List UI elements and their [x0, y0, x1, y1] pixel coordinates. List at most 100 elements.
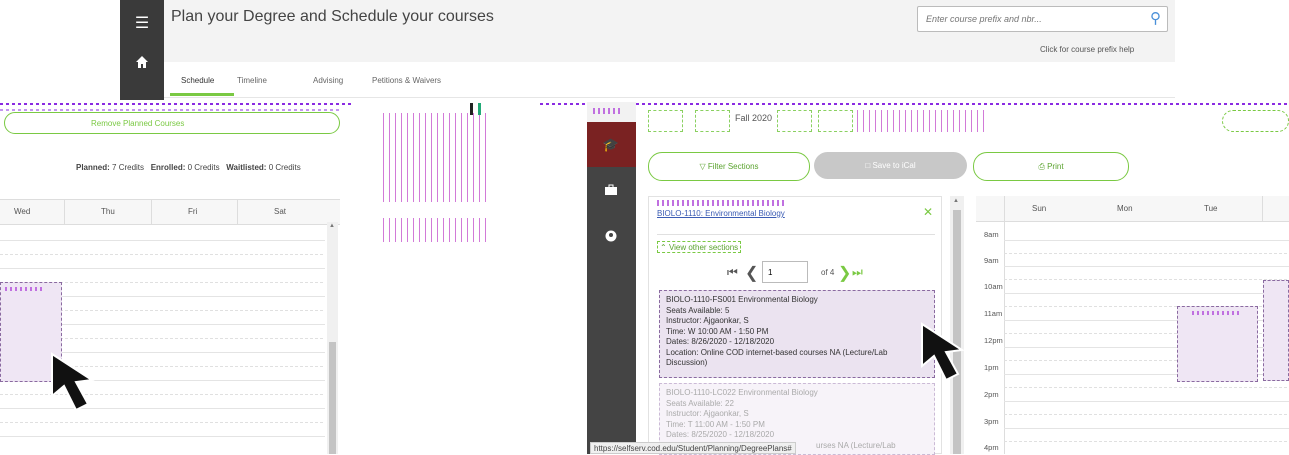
- render-artifact: [657, 200, 787, 206]
- next-term-button[interactable]: [777, 110, 812, 132]
- view-other-sections-button[interactable]: ⌃ View other sections: [657, 241, 742, 253]
- column-divider: [1262, 196, 1263, 222]
- section-dates: Dates: 8/25/2020 - 12/18/2020: [666, 430, 775, 439]
- grid-line: [1004, 401, 1289, 402]
- prefix-help-link[interactable]: Click for course prefix help: [1040, 45, 1134, 54]
- render-artifact: [470, 103, 473, 115]
- chevron-up-icon: ⌃: [660, 243, 667, 252]
- sidebar-header-artifact: [587, 102, 636, 122]
- render-artifact-line: [540, 103, 1289, 105]
- render-artifact-block: [383, 113, 491, 202]
- section-seats: Seats Available: 5: [666, 305, 730, 315]
- calendar-event-tue[interactable]: [1177, 306, 1258, 382]
- grid-line: [1004, 253, 1289, 254]
- scrollbar-thumb[interactable]: [329, 342, 336, 454]
- course-title-link[interactable]: BIOLO-1110: Environmental Biology: [657, 209, 785, 218]
- tab-schedule[interactable]: Schedule: [181, 76, 214, 85]
- right-calendar-header: Sun Mon Tue: [976, 196, 1289, 222]
- search-icon[interactable]: ⚲: [1150, 9, 1161, 27]
- section-instructor: Instructor: Ajgaonkar, S: [666, 316, 749, 325]
- day-header-mon: Mon: [1117, 204, 1133, 213]
- page-number-input[interactable]: [762, 261, 808, 283]
- grid-line: [1004, 387, 1289, 388]
- status-bar-url: https://selfserv.cod.edu/Student/Plannin…: [590, 442, 796, 454]
- section-instructor: Instructor: Ajgaonkar, S: [666, 409, 749, 418]
- section-time: Time: T 11:00 AM - 1:50 PM: [666, 419, 765, 429]
- scroll-up-icon[interactable]: ▲: [329, 223, 335, 229]
- planned-label: Planned:: [76, 163, 110, 172]
- grid-line: [1004, 266, 1289, 267]
- event-label-artifact: [1192, 311, 1242, 315]
- first-page-icon[interactable]: ⏮: [727, 265, 738, 280]
- calendar-event-wed[interactable]: [1263, 280, 1289, 381]
- tab-advising[interactable]: Advising: [313, 76, 343, 85]
- planning-sidebar: 🎓: [587, 122, 636, 454]
- print-label: Print: [1047, 162, 1064, 171]
- last-page-icon[interactable]: ⏭: [852, 265, 863, 280]
- planned-value: 7 Credits: [112, 163, 145, 172]
- time-label: 2pm: [984, 390, 999, 399]
- section-card[interactable]: BIOLO-1110-FS001 Environmental Biology S…: [659, 290, 935, 378]
- page-of-total: of 4: [821, 268, 835, 277]
- scroll-up-icon[interactable]: ▲: [953, 198, 959, 204]
- render-artifact-block: [383, 218, 491, 242]
- calendar-icon: □: [865, 161, 871, 170]
- print-button[interactable]: ⎙ Print: [973, 152, 1129, 181]
- user-icon[interactable]: [601, 230, 621, 245]
- remove-planned-label: Remove Planned Courses: [91, 119, 185, 128]
- term-options-button[interactable]: [1222, 110, 1289, 132]
- first-term-button[interactable]: [648, 110, 683, 132]
- column-divider: [64, 199, 65, 225]
- time-label: 9am: [984, 256, 999, 265]
- grid-line: [0, 436, 325, 437]
- active-tab-indicator: [170, 93, 234, 96]
- close-icon[interactable]: ✕: [923, 205, 933, 219]
- time-label: 10am: [984, 282, 1003, 291]
- left-calendar-scrollbar[interactable]: ▲: [327, 222, 338, 454]
- day-header-sat: Sat: [274, 207, 287, 216]
- left-calendar-header: Wed Thu Fri Sat: [0, 199, 340, 225]
- remove-planned-button[interactable]: Remove Planned Courses: [4, 112, 340, 134]
- render-artifact-line: [0, 103, 352, 105]
- day-header-tue: Tue: [1204, 204, 1218, 213]
- graduation-cap-icon[interactable]: 🎓: [601, 137, 621, 153]
- day-header-fri: Fri: [188, 207, 198, 216]
- grid-line: [0, 268, 325, 269]
- mouse-cursor-icon: [918, 320, 982, 384]
- column-divider: [151, 199, 152, 225]
- credits-summary: Planned: 7 Credits Enrolled: 0 Credits W…: [76, 163, 301, 172]
- tab-timeline[interactable]: Timeline: [237, 76, 267, 85]
- course-search-input[interactable]: [926, 14, 1126, 24]
- time-label: 1pm: [984, 363, 999, 372]
- home-icon[interactable]: [132, 52, 152, 72]
- filter-sections-label: Filter Sections: [707, 162, 759, 171]
- previous-page-icon[interactable]: ❮: [745, 263, 758, 283]
- grid-line: [1004, 293, 1289, 294]
- grid-line: [1004, 441, 1289, 442]
- mouse-cursor-icon: [48, 350, 110, 412]
- time-label: 3pm: [984, 417, 999, 426]
- print-icon: ⎙: [1038, 162, 1045, 171]
- day-header-thu: Thu: [101, 207, 115, 216]
- menu-icon[interactable]: ☰: [132, 14, 152, 34]
- save-to-ical-button[interactable]: □ Save to iCal: [814, 152, 967, 179]
- app-sidebar: ☰: [120, 0, 164, 100]
- filter-sections-button[interactable]: ▽ Filter Sections: [648, 152, 810, 181]
- filter-icon: ▽: [699, 162, 706, 171]
- event-label-artifact: [5, 287, 45, 291]
- briefcase-icon[interactable]: [601, 184, 621, 199]
- time-label: 8am: [984, 230, 999, 239]
- next-page-icon[interactable]: ❯: [838, 263, 851, 283]
- grid-line: [1004, 414, 1289, 415]
- grid-line: [1004, 428, 1289, 429]
- page-title: Plan your Degree and Schedule your cours…: [171, 8, 494, 25]
- section-dates: Dates: 8/26/2020 - 12/18/2020: [666, 337, 775, 346]
- section-seats: Seats Available: 22: [666, 398, 734, 408]
- enrolled-label: Enrolled:: [150, 163, 186, 172]
- previous-term-button[interactable]: [695, 110, 730, 132]
- tab-petitions-waivers[interactable]: Petitions & Waivers: [372, 76, 441, 85]
- last-term-button[interactable]: [818, 110, 853, 132]
- time-label: 4pm: [984, 443, 999, 452]
- view-other-sections-label: View other sections: [668, 243, 739, 252]
- waitlisted-value: 0 Credits: [268, 163, 301, 172]
